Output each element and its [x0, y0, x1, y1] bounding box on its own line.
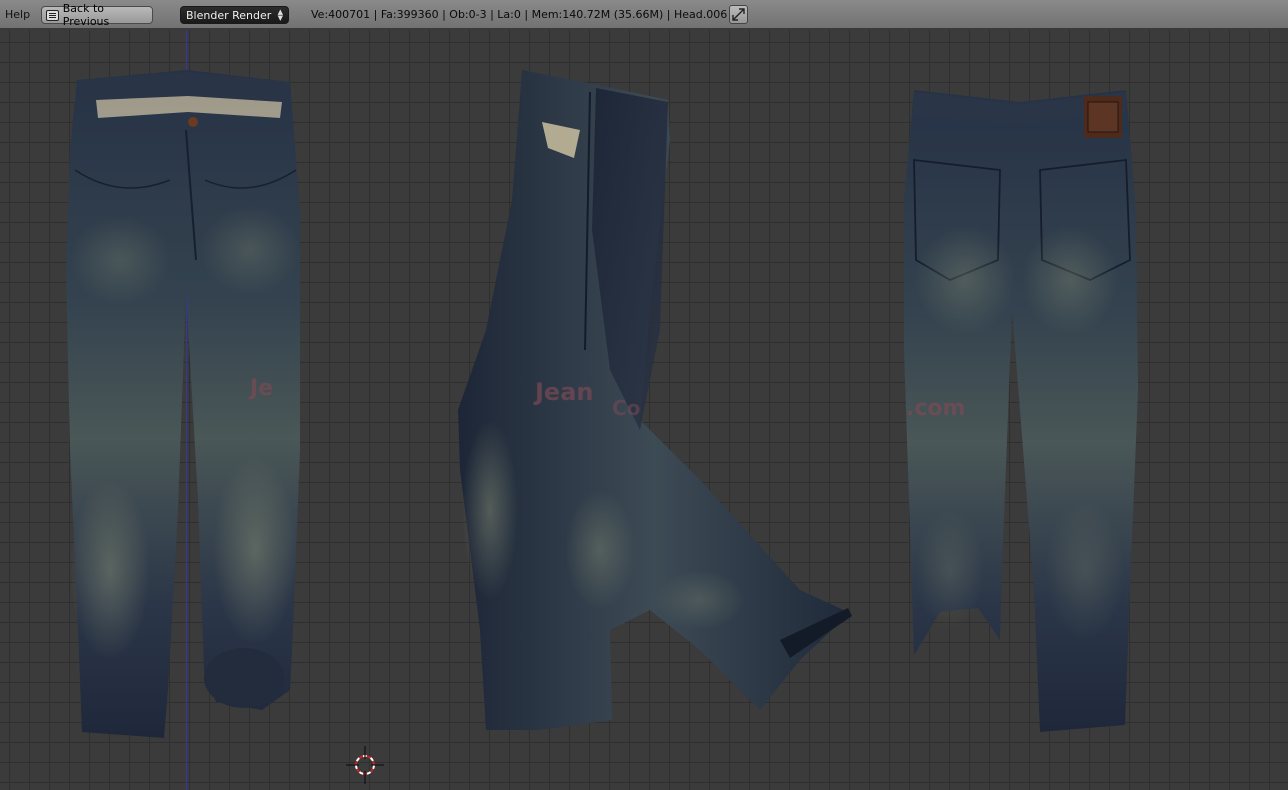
- svg-text:Je: Je: [248, 376, 273, 401]
- dropdown-arrows-icon: ▲ ▼: [277, 8, 283, 22]
- render-engine-select[interactable]: Blender Render ▲ ▼: [180, 6, 289, 24]
- render-engine-value: Blender Render: [186, 8, 272, 22]
- svg-text:Co: Co: [612, 396, 640, 420]
- fullscreen-toggle-icon: [732, 8, 745, 21]
- svg-text:.com: .com: [906, 396, 965, 421]
- info-header: Help Back to Previous Blender Render ▲ ▼ …: [0, 0, 1288, 29]
- 3d-viewport[interactable]: Je Jean Co .com: [0, 30, 1288, 790]
- scene-statistics: Ve:400701 | Fa:399360 | Ob:0-3 | La:0 | …: [311, 8, 728, 21]
- back-to-previous-button[interactable]: Back to Previous: [41, 2, 153, 28]
- fullscreen-toggle-button[interactable]: [729, 5, 748, 24]
- back-to-previous-label: Back to Previous: [62, 2, 110, 28]
- svg-text:Jean: Jean: [533, 378, 594, 406]
- jeans-side-view[interactable]: Jean Co: [458, 70, 852, 730]
- help-menu[interactable]: Help: [5, 8, 30, 21]
- screen-back-icon: [46, 9, 59, 21]
- mesh-layer: Je Jean Co .com: [66, 70, 1138, 738]
- jeans-back-view[interactable]: .com: [904, 90, 1138, 732]
- jeans-front-view[interactable]: Je: [66, 70, 300, 738]
- 3d-cursor-icon[interactable]: [346, 746, 384, 784]
